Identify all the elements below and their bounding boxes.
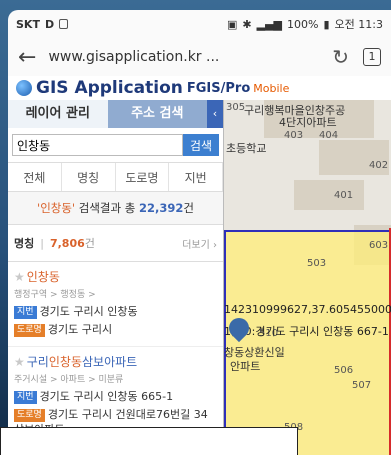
jibun-badge: 지번 [14, 306, 37, 319]
road-badge: 도로명 [14, 409, 45, 422]
map-label: 402 [369, 160, 389, 171]
map-poi-label: 안파트 [230, 360, 261, 373]
star-icon[interactable]: ★ [14, 270, 25, 284]
map-label: 506 [334, 365, 354, 376]
item-road-address: 도로명 경기도 구리시 [14, 322, 217, 337]
category-road[interactable]: 도로명 [116, 163, 170, 191]
map-building [294, 180, 364, 210]
tab-count-button[interactable]: 1 [363, 48, 381, 66]
item-name-highlight: 인창동 [26, 270, 60, 284]
search-row: 검색 [12, 134, 219, 156]
item-title: ★ 구리인창동삼보아파트 [14, 353, 217, 370]
globe-logo-icon [16, 80, 32, 96]
jibun-text: 경기도 구리시 인창동 [39, 305, 138, 318]
road-text: 경기도 구리시 [47, 323, 113, 336]
map-label: 503 [307, 258, 327, 269]
category-jibun[interactable]: 지번 [169, 163, 223, 191]
star-icon[interactable]: ★ [14, 355, 25, 369]
section-count: 7,806 [49, 236, 85, 250]
notification-icon [59, 19, 69, 29]
app-subtitle: FGIS/Pro [186, 80, 251, 96]
map-label: 507 [352, 380, 372, 391]
map-label: 603 [369, 240, 389, 251]
item-category: 주거시설 > 아파트 > 미분류 [14, 375, 124, 385]
result-summary: '인창동' 검색결과 총 22,392건 [8, 192, 223, 225]
map-label: 초등학교 [226, 142, 267, 155]
item-jibun-address: 지번 경기도 구리시 인창동 [14, 304, 217, 319]
search-panel: 레이어 관리 주소 검색 ‹ 검색 전체 명칭 도로명 지번 '인창동' 검색결… [8, 100, 224, 455]
item-jibun-address: 지번 경기도 구리시 인창동 665-1 [14, 389, 217, 404]
app-header: GIS Application FGIS/Pro Mobile [8, 76, 391, 100]
reload-icon[interactable]: ↻ [332, 45, 349, 69]
jibun-badge: 지번 [14, 391, 37, 404]
time-label: 오전 11:3 [334, 18, 383, 31]
list-item[interactable]: ★ 인창동 행정구역 > 행정동 > 지번 경기도 구리시 인창동 도로명 경기도 구… [8, 262, 223, 347]
map-label: 404 [319, 130, 339, 141]
road-badge: 도로명 [14, 324, 45, 337]
map-label: 403 [284, 130, 304, 141]
app-mobile-label: Mobile [253, 81, 290, 95]
more-link[interactable]: 더보기 › [182, 236, 217, 251]
section-divider: | [40, 236, 44, 250]
result-text: 검색결과 총 [75, 201, 139, 215]
back-arrow-icon[interactable]: ← [18, 45, 36, 70]
result-count: 22,392 [138, 201, 184, 215]
battery-label: 100% [287, 17, 319, 31]
result-term: '인창동' [37, 201, 76, 215]
nfc-icon: ▣ [227, 17, 238, 31]
map-label: 4단지아파트 [279, 116, 337, 129]
panel-tabs: 레이어 관리 주소 검색 ‹ [8, 100, 223, 128]
section-label: 명칭 [14, 237, 35, 250]
map-coordinate-readout: 142310999627,37.60545500046 [224, 303, 391, 316]
search-button[interactable]: 검색 [183, 134, 219, 156]
status-bar: SKT D ▣ ✱ ▂▄▆ 100% ▮ 오전 11:3 [8, 10, 391, 38]
search-input[interactable] [12, 134, 183, 156]
tab-layer[interactable]: 레이어 관리 [8, 100, 108, 128]
url-text[interactable]: www.gisapplication.kr ... [48, 49, 332, 65]
browser-url-bar: ← www.gisapplication.kr ... ↻ 1 [8, 38, 391, 76]
name-section-header: 명칭 | 7,806 건 더보기 › [8, 225, 223, 262]
map-highlight-outline [329, 228, 391, 455]
item-name-highlight: 인창동 [48, 355, 82, 369]
category-filter: 전체 명칭 도로명 지번 [8, 162, 223, 192]
overlay-popup-box [0, 427, 298, 455]
result-unit: 건 [183, 201, 194, 215]
d-icon: D [44, 17, 55, 31]
item-title: ★ 인창동 [14, 268, 217, 285]
item-name-post: 삼보아파트 [81, 355, 138, 369]
item-category: 행정구역 > 행정동 > [14, 290, 96, 300]
battery-icon: ▮ [323, 17, 330, 31]
signal-icon: ▂▄▆ [256, 17, 283, 31]
collapse-panel-icon[interactable]: ‹ [207, 100, 223, 128]
section-unit: 건 [84, 237, 95, 250]
category-all[interactable]: 전체 [8, 163, 62, 191]
screenshot-frame: SKT D ▣ ✱ ▂▄▆ 100% ▮ 오전 11:3 ← www.gisap… [0, 0, 391, 455]
item-name-pre: 구리 [26, 355, 49, 369]
carrier-label: SKT [16, 17, 40, 31]
category-name[interactable]: 명칭 [62, 163, 116, 191]
jibun-text: 경기도 구리시 인창동 665-1 [39, 390, 174, 403]
map-label: 401 [334, 190, 354, 201]
map-view[interactable]: 305 구리행복마을인창주공 4단지아파트 초등학교 404 403 401 4… [224, 100, 391, 455]
map-label: 305 [226, 102, 246, 113]
app-title: GIS Application [36, 78, 183, 98]
bluetooth-icon: ✱ [242, 17, 252, 31]
tab-address-search[interactable]: 주소 검색 [107, 100, 207, 128]
